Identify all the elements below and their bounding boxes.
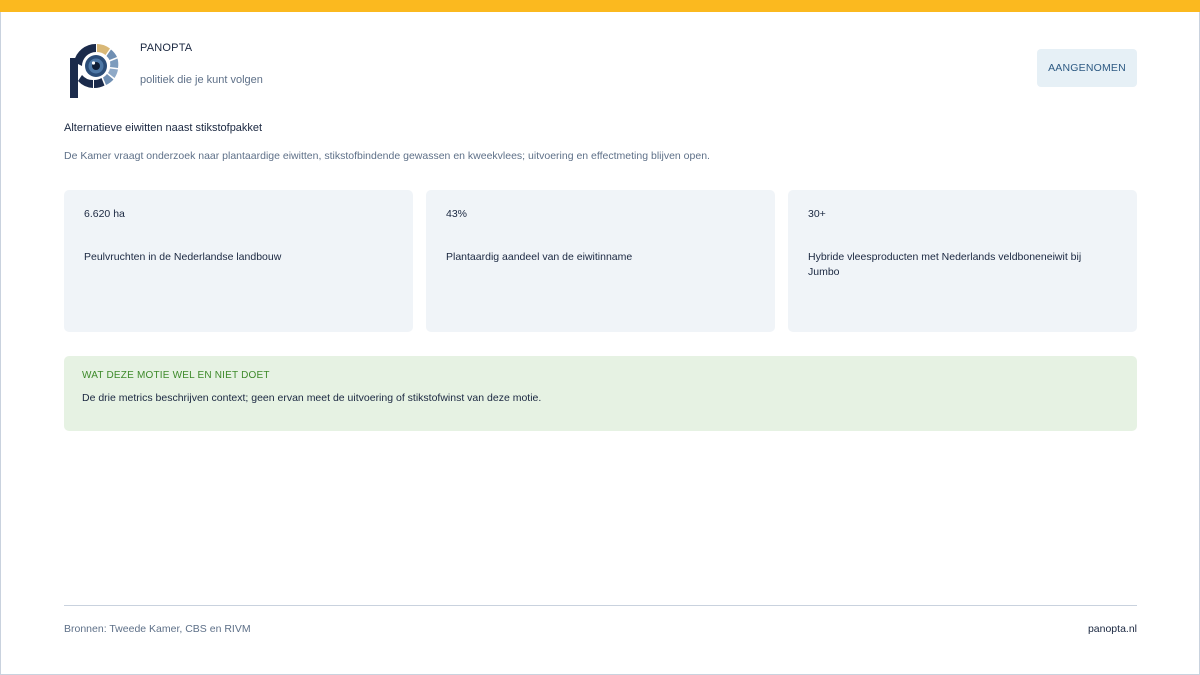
- note-text: De drie metrics beschrijven context; gee…: [82, 392, 542, 404]
- metric-label: Peulvruchten in de Nederlandse landbouw: [84, 251, 282, 263]
- metric-card: 6.620 ha Peulvruchten in de Nederlandse …: [64, 190, 413, 332]
- footer-sources: Bronnen: Tweede Kamer, CBS en RIVM: [64, 623, 251, 635]
- metric-value: 43%: [446, 208, 468, 220]
- brand-tagline: politiek die je kunt volgen: [140, 74, 263, 86]
- metric-value: 6.620 ha: [84, 208, 125, 220]
- metric-label: Hybride vleesproducten met Nederlands ve…: [808, 251, 1082, 278]
- metric-value: 30+: [808, 208, 826, 220]
- accent-bar: [0, 0, 1200, 12]
- note-heading: WAT DEZE MOTIE WEL EN NIET DOET: [82, 370, 270, 381]
- footer-site-link[interactable]: panopta.nl: [1088, 623, 1137, 635]
- metric-card: 30+ Hybride vleesproducten met Nederland…: [788, 190, 1137, 332]
- motion-title: Alternatieve eiwitten naast stikstofpakk…: [64, 122, 263, 134]
- scope-note: WAT DEZE MOTIE WEL EN NIET DOET De drie …: [64, 356, 1137, 431]
- metric-card: 43% Plantaardig aandeel van de eiwitinna…: [426, 190, 775, 332]
- status-badge: AANGENOMEN: [1037, 49, 1137, 87]
- footer-divider: [64, 605, 1137, 606]
- panopta-eye-logo-icon: [70, 43, 119, 98]
- motion-summary: De Kamer vraagt onderzoek naar plantaard…: [64, 150, 710, 162]
- metric-label: Plantaardig aandeel van de eiwitinname: [446, 251, 633, 263]
- brand-name: PANOPTA: [140, 42, 193, 54]
- page-frame: [0, 0, 1200, 675]
